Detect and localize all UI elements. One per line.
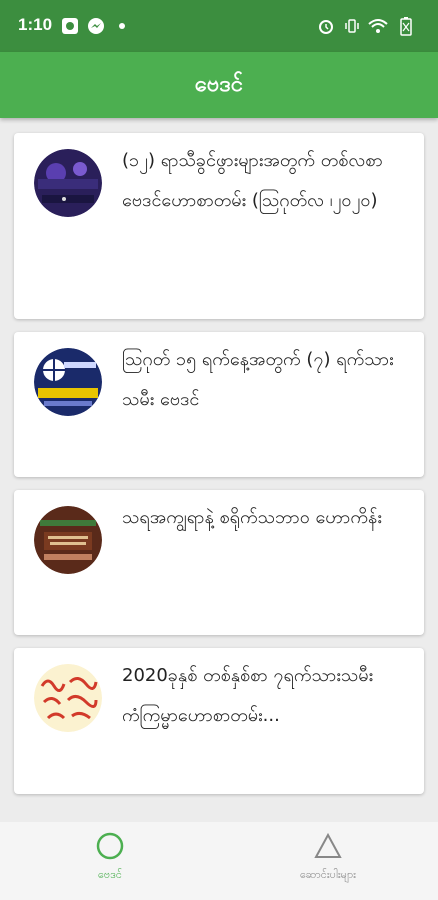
zodiac-animals-thumbnail-icon (34, 664, 102, 732)
nav-item-horoscope[interactable]: ဗေဒင် (35, 830, 185, 884)
wifi-icon (368, 16, 388, 36)
card-title: ဩဂုတ် ၁၅ ရက်နေ့အတွက် (၇) ရက်သားသမီး ဗေဒင… (122, 349, 394, 410)
nav-label: ဆောင်းပါးများ (300, 868, 356, 881)
nav-label: ဗေဒင် (97, 868, 123, 881)
status-bar: 1:10 (0, 0, 438, 52)
list-item[interactable]: (၁၂) ရာသီခွင်ဖွားများအတွက် တစ်လစာဗေဒင်ဟေ… (14, 133, 424, 319)
list-item[interactable]: 2020ခုနှစ် တစ်နှစ်စာ ၇ရက်သားသမီးကံကြမ္မာ… (14, 648, 424, 794)
nav-item-articles[interactable]: ဆောင်းပါးများ (253, 830, 403, 884)
card-title: သရအကျွရာနဲ့ စရိုက်သဘာဝ ဟောကိန်း (122, 507, 382, 528)
alarm-icon (316, 16, 336, 36)
bottom-navigation: ဗေဒင် ဆောင်းပါးများ (0, 822, 438, 900)
vibrate-icon (342, 16, 362, 36)
list-item[interactable]: ဩဂုတ် ၁၅ ရက်နေ့အတွက် (၇) ရက်သားသမီး ဗေဒင… (14, 332, 424, 477)
messenger-icon (86, 16, 106, 36)
list-item[interactable]: သရအကျွရာနဲ့ စရိုက်သဘာဝ ဟောကိန်း (14, 490, 424, 635)
triangle-icon (253, 830, 403, 866)
app-notification-icon (60, 16, 80, 36)
horoscope-thumbnail-icon (34, 149, 102, 217)
card-title: 2020ခုနှစ် တစ်နှစ်စာ ၇ရက်သားသမီးကံကြမ္မာ… (122, 665, 374, 726)
weekly-horoscope-thumbnail-icon (34, 348, 102, 416)
circle-icon (35, 830, 185, 866)
character-reading-thumbnail-icon (34, 506, 102, 574)
status-time: 1:10 (18, 15, 53, 34)
app-bar: ဗေဒင် (0, 52, 438, 118)
dot-icon (112, 16, 132, 36)
card-title: (၁၂) ရာသီခွင်ဖွားများအတွက် တစ်လစာဗေဒင်ဟေ… (122, 150, 383, 211)
page-title: ဗေဒင် (194, 71, 244, 97)
battery-icon (396, 16, 416, 36)
